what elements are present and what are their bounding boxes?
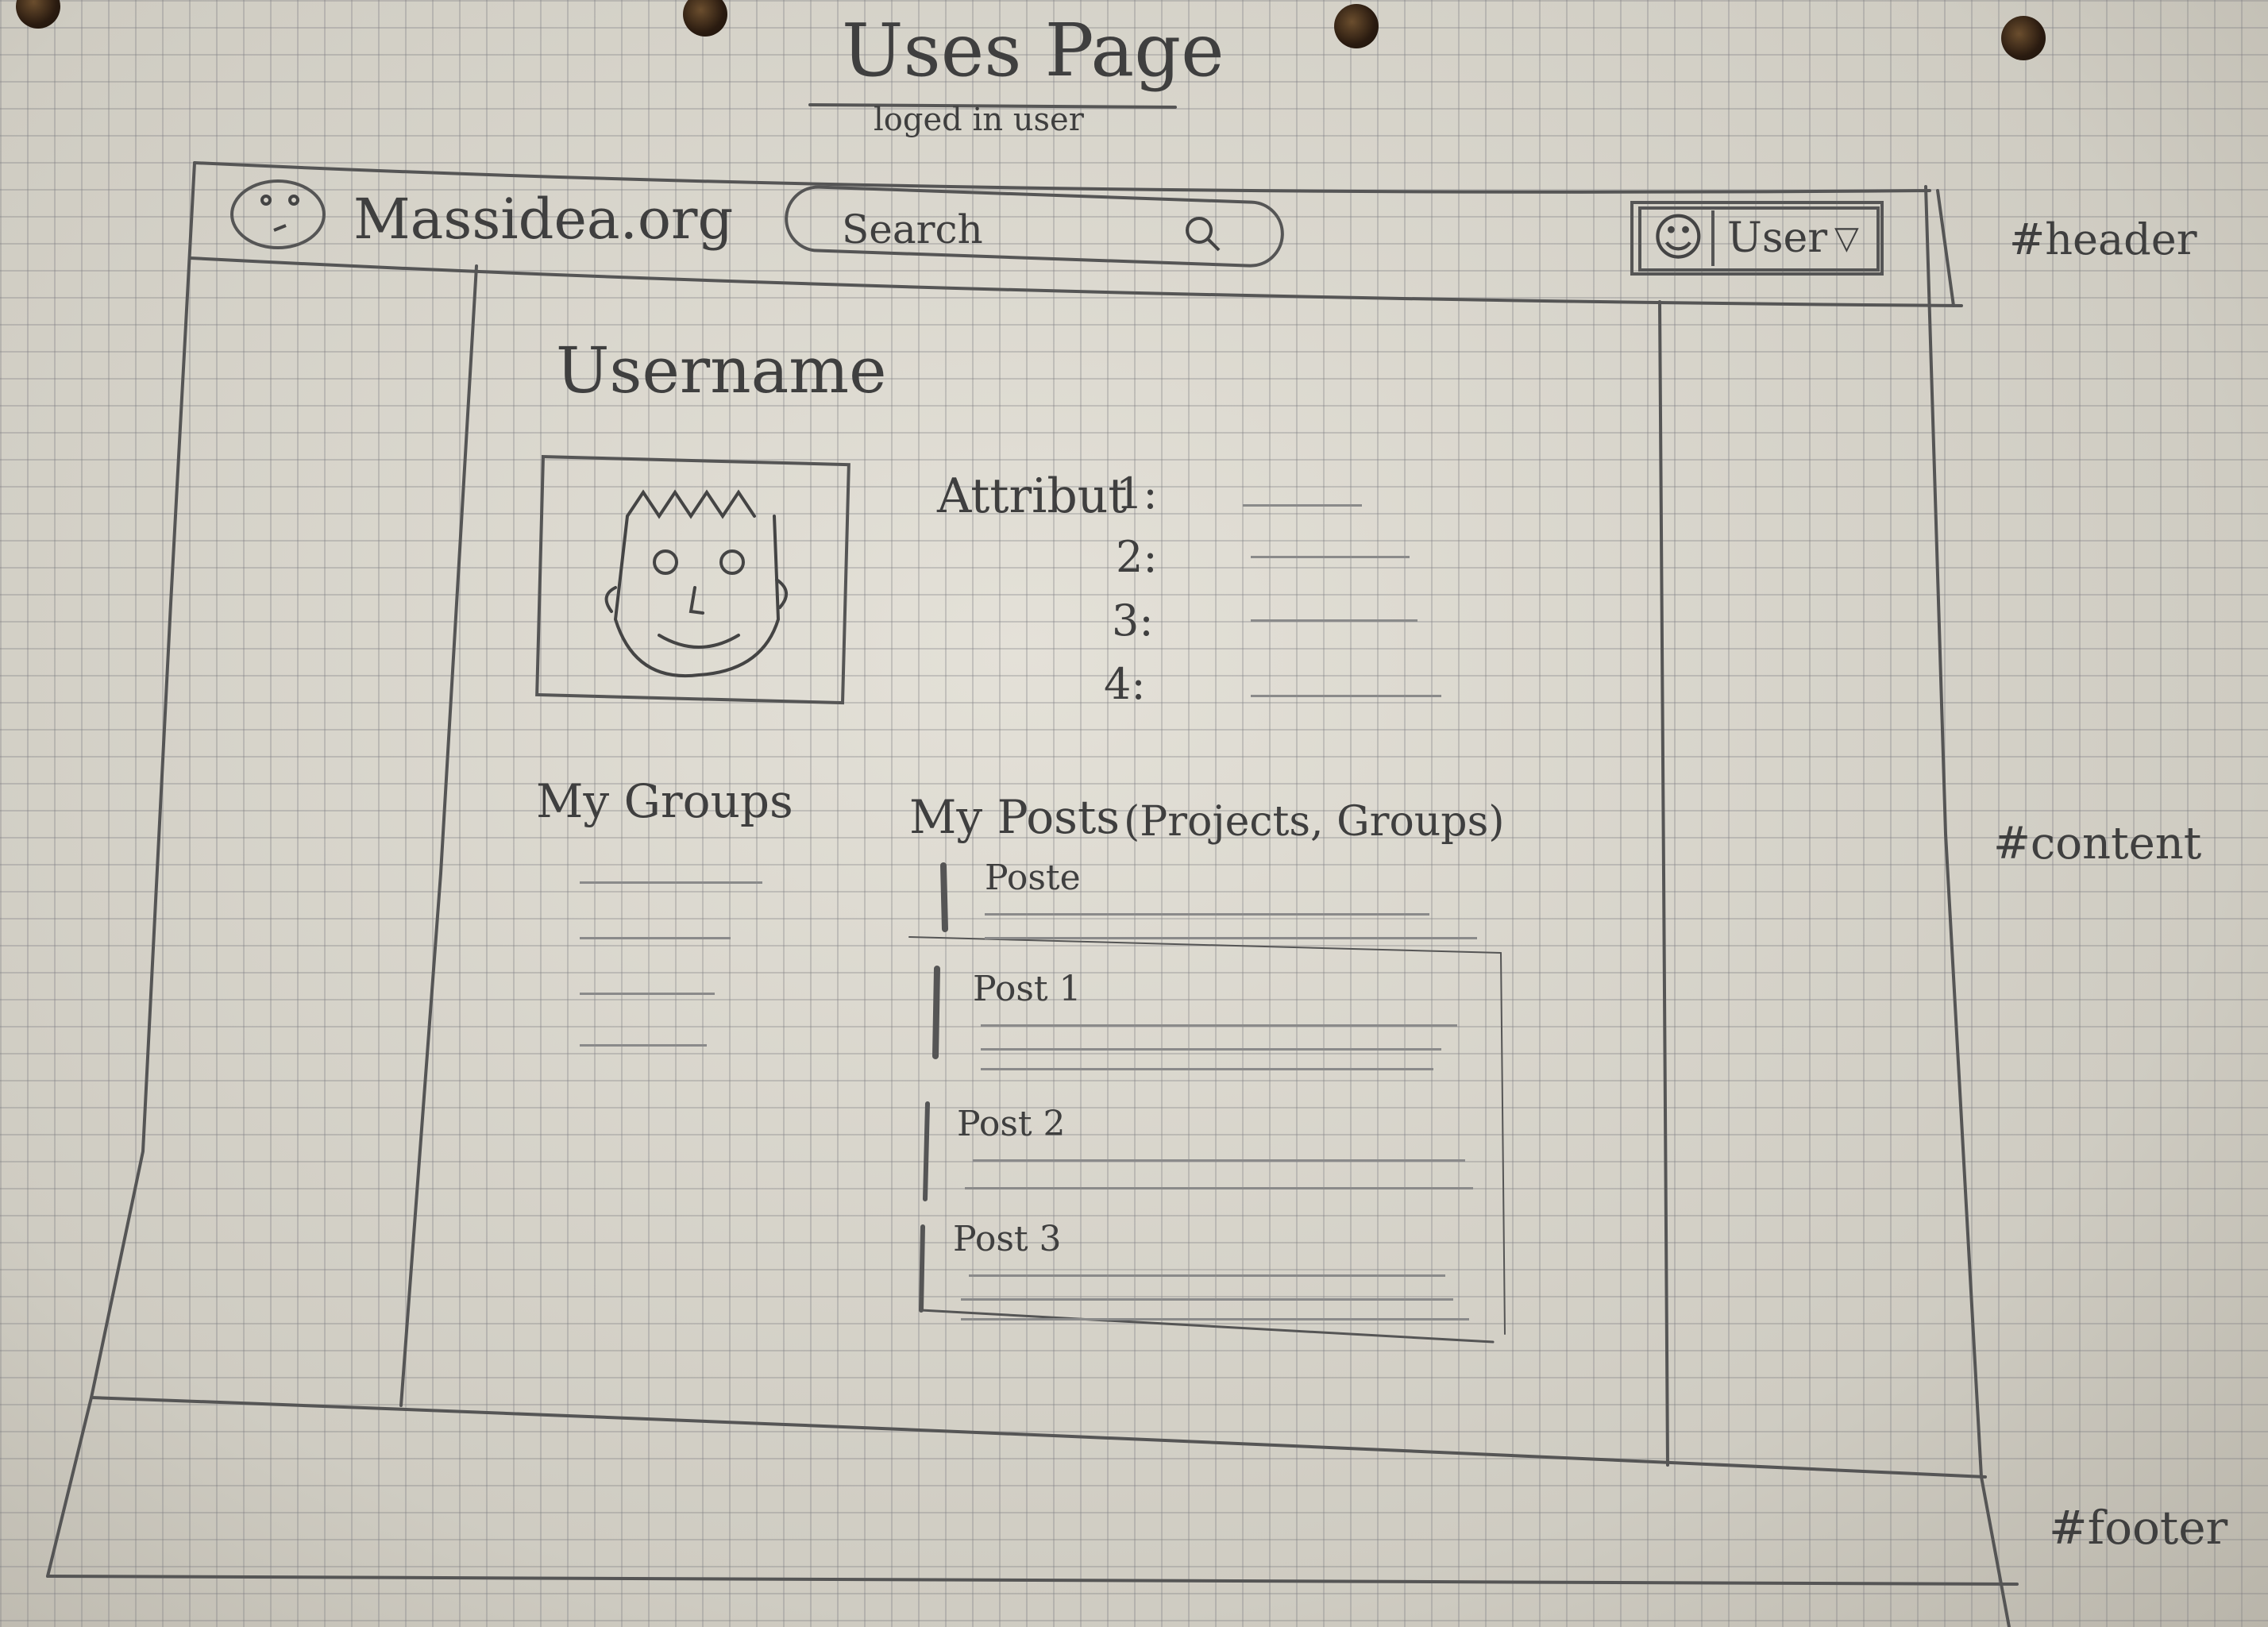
post-item[interactable]: Post 1 — [973, 969, 1481, 1080]
footer — [48, 1485, 1985, 1580]
attributes-label: Attribut — [937, 468, 1128, 524]
header-region-label: #header — [2009, 214, 2197, 264]
list-item[interactable] — [580, 937, 731, 939]
list-item[interactable] — [580, 881, 762, 884]
attribute-row: 3: — [1108, 596, 1465, 651]
search-input[interactable]: Search — [842, 206, 983, 253]
page-subtitle: loged in user — [874, 102, 1084, 138]
my-posts-title: My Posts — [909, 790, 1120, 844]
header: Massidea.org Search ☺ User ▽ — [199, 179, 1930, 268]
search-icon[interactable] — [1179, 210, 1227, 258]
footer-region-label: #footer — [2049, 1501, 2228, 1555]
logo-icon[interactable] — [230, 179, 318, 258]
my-groups-title: My Groups — [536, 774, 793, 828]
group-list[interactable] — [572, 858, 778, 1064]
profile-avatar — [540, 461, 846, 699]
attribute-list: 1: 2: 3: 4: — [1104, 468, 1465, 723]
post-item[interactable]: Poste — [985, 858, 1493, 953]
list-item[interactable] — [580, 993, 715, 995]
attribute-row: 1: — [1108, 468, 1465, 524]
my-posts-note: (Projects, Groups) — [1124, 798, 1505, 846]
post-list: Poste Post 1 Post 2 Post 3 — [945, 850, 1501, 1342]
post-item[interactable]: Post 2 — [957, 1104, 1481, 1207]
list-item[interactable] — [580, 1044, 707, 1047]
username-heading: Username — [556, 333, 887, 407]
page-title: Uses Page — [842, 8, 1225, 93]
user-icon: ☺ — [1652, 209, 1705, 268]
post-item[interactable]: Post 3 — [953, 1219, 1477, 1330]
chevron-down-icon: ▽ — [1834, 220, 1859, 256]
attribute-row: 2: — [1108, 532, 1465, 588]
user-menu-label: User — [1727, 214, 1828, 262]
site-name[interactable]: Massidea.org — [353, 187, 733, 252]
attribute-row: 4: — [1104, 659, 1465, 715]
user-menu[interactable]: ☺ User ▽ — [1636, 202, 1882, 274]
menu-divider — [1711, 210, 1714, 266]
content-region-label: #content — [1993, 818, 2202, 869]
